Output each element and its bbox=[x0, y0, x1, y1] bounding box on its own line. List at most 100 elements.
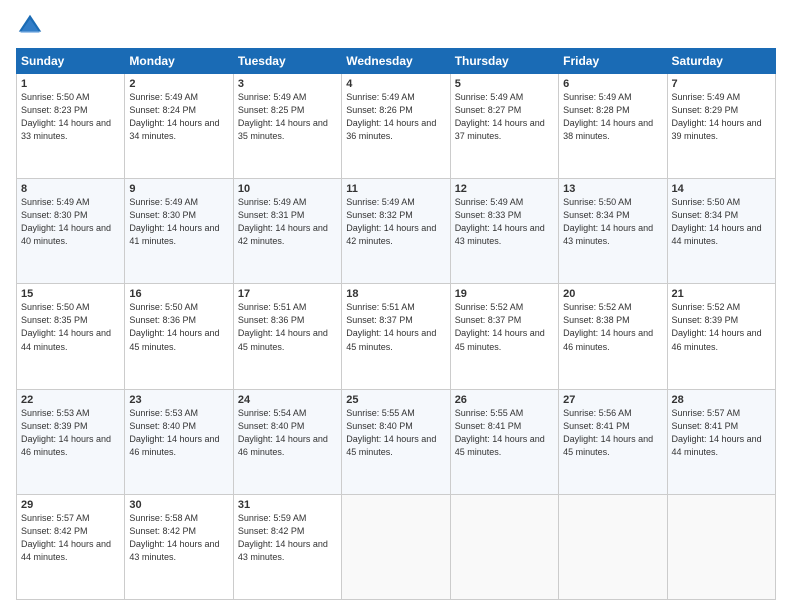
calendar-cell: 15 Sunrise: 5:50 AM Sunset: 8:35 PM Dayl… bbox=[17, 284, 125, 389]
day-info: Sunrise: 5:53 AM Sunset: 8:39 PM Dayligh… bbox=[21, 407, 120, 459]
day-info: Sunrise: 5:49 AM Sunset: 8:33 PM Dayligh… bbox=[455, 196, 554, 248]
calendar-cell: 17 Sunrise: 5:51 AM Sunset: 8:36 PM Dayl… bbox=[233, 284, 341, 389]
calendar-cell: 29 Sunrise: 5:57 AM Sunset: 8:42 PM Dayl… bbox=[17, 494, 125, 599]
day-info: Sunrise: 5:49 AM Sunset: 8:29 PM Dayligh… bbox=[672, 91, 771, 143]
day-info: Sunrise: 5:59 AM Sunset: 8:42 PM Dayligh… bbox=[238, 512, 337, 564]
day-header-wednesday: Wednesday bbox=[342, 49, 450, 74]
calendar-week-3: 15 Sunrise: 5:50 AM Sunset: 8:35 PM Dayl… bbox=[17, 284, 776, 389]
calendar-cell: 25 Sunrise: 5:55 AM Sunset: 8:40 PM Dayl… bbox=[342, 389, 450, 494]
calendar: SundayMondayTuesdayWednesdayThursdayFrid… bbox=[16, 48, 776, 600]
day-number: 7 bbox=[672, 78, 771, 90]
day-number: 25 bbox=[346, 394, 445, 406]
day-number: 6 bbox=[563, 78, 662, 90]
day-info: Sunrise: 5:50 AM Sunset: 8:35 PM Dayligh… bbox=[21, 301, 120, 353]
day-info: Sunrise: 5:49 AM Sunset: 8:30 PM Dayligh… bbox=[21, 196, 120, 248]
day-number: 14 bbox=[672, 183, 771, 195]
calendar-cell bbox=[667, 494, 775, 599]
day-info: Sunrise: 5:50 AM Sunset: 8:34 PM Dayligh… bbox=[563, 196, 662, 248]
logo bbox=[16, 12, 48, 40]
day-number: 27 bbox=[563, 394, 662, 406]
day-info: Sunrise: 5:55 AM Sunset: 8:41 PM Dayligh… bbox=[455, 407, 554, 459]
calendar-cell: 26 Sunrise: 5:55 AM Sunset: 8:41 PM Dayl… bbox=[450, 389, 558, 494]
header bbox=[16, 12, 776, 40]
calendar-week-1: 1 Sunrise: 5:50 AM Sunset: 8:23 PM Dayli… bbox=[17, 74, 776, 179]
day-number: 19 bbox=[455, 288, 554, 300]
day-header-monday: Monday bbox=[125, 49, 233, 74]
day-info: Sunrise: 5:49 AM Sunset: 8:30 PM Dayligh… bbox=[129, 196, 228, 248]
calendar-cell: 11 Sunrise: 5:49 AM Sunset: 8:32 PM Dayl… bbox=[342, 179, 450, 284]
calendar-cell: 6 Sunrise: 5:49 AM Sunset: 8:28 PM Dayli… bbox=[559, 74, 667, 179]
day-info: Sunrise: 5:57 AM Sunset: 8:41 PM Dayligh… bbox=[672, 407, 771, 459]
calendar-cell: 7 Sunrise: 5:49 AM Sunset: 8:29 PM Dayli… bbox=[667, 74, 775, 179]
day-number: 10 bbox=[238, 183, 337, 195]
day-number: 9 bbox=[129, 183, 228, 195]
day-info: Sunrise: 5:51 AM Sunset: 8:36 PM Dayligh… bbox=[238, 301, 337, 353]
calendar-cell: 4 Sunrise: 5:49 AM Sunset: 8:26 PM Dayli… bbox=[342, 74, 450, 179]
calendar-cell: 21 Sunrise: 5:52 AM Sunset: 8:39 PM Dayl… bbox=[667, 284, 775, 389]
day-number: 22 bbox=[21, 394, 120, 406]
calendar-header-row: SundayMondayTuesdayWednesdayThursdayFrid… bbox=[17, 49, 776, 74]
day-number: 30 bbox=[129, 499, 228, 511]
day-info: Sunrise: 5:54 AM Sunset: 8:40 PM Dayligh… bbox=[238, 407, 337, 459]
calendar-cell bbox=[450, 494, 558, 599]
calendar-cell: 2 Sunrise: 5:49 AM Sunset: 8:24 PM Dayli… bbox=[125, 74, 233, 179]
day-number: 12 bbox=[455, 183, 554, 195]
calendar-cell bbox=[559, 494, 667, 599]
calendar-cell: 22 Sunrise: 5:53 AM Sunset: 8:39 PM Dayl… bbox=[17, 389, 125, 494]
day-number: 31 bbox=[238, 499, 337, 511]
day-number: 8 bbox=[21, 183, 120, 195]
day-info: Sunrise: 5:49 AM Sunset: 8:26 PM Dayligh… bbox=[346, 91, 445, 143]
day-info: Sunrise: 5:52 AM Sunset: 8:37 PM Dayligh… bbox=[455, 301, 554, 353]
day-number: 13 bbox=[563, 183, 662, 195]
calendar-cell: 1 Sunrise: 5:50 AM Sunset: 8:23 PM Dayli… bbox=[17, 74, 125, 179]
day-info: Sunrise: 5:50 AM Sunset: 8:36 PM Dayligh… bbox=[129, 301, 228, 353]
day-number: 18 bbox=[346, 288, 445, 300]
day-info: Sunrise: 5:52 AM Sunset: 8:38 PM Dayligh… bbox=[563, 301, 662, 353]
day-info: Sunrise: 5:50 AM Sunset: 8:34 PM Dayligh… bbox=[672, 196, 771, 248]
day-number: 21 bbox=[672, 288, 771, 300]
day-info: Sunrise: 5:55 AM Sunset: 8:40 PM Dayligh… bbox=[346, 407, 445, 459]
day-info: Sunrise: 5:58 AM Sunset: 8:42 PM Dayligh… bbox=[129, 512, 228, 564]
day-header-sunday: Sunday bbox=[17, 49, 125, 74]
calendar-cell: 31 Sunrise: 5:59 AM Sunset: 8:42 PM Dayl… bbox=[233, 494, 341, 599]
calendar-cell: 23 Sunrise: 5:53 AM Sunset: 8:40 PM Dayl… bbox=[125, 389, 233, 494]
day-header-tuesday: Tuesday bbox=[233, 49, 341, 74]
day-info: Sunrise: 5:49 AM Sunset: 8:24 PM Dayligh… bbox=[129, 91, 228, 143]
day-info: Sunrise: 5:57 AM Sunset: 8:42 PM Dayligh… bbox=[21, 512, 120, 564]
page: SundayMondayTuesdayWednesdayThursdayFrid… bbox=[0, 0, 792, 612]
calendar-cell: 24 Sunrise: 5:54 AM Sunset: 8:40 PM Dayl… bbox=[233, 389, 341, 494]
day-info: Sunrise: 5:50 AM Sunset: 8:23 PM Dayligh… bbox=[21, 91, 120, 143]
day-number: 5 bbox=[455, 78, 554, 90]
calendar-cell: 5 Sunrise: 5:49 AM Sunset: 8:27 PM Dayli… bbox=[450, 74, 558, 179]
day-number: 11 bbox=[346, 183, 445, 195]
day-number: 20 bbox=[563, 288, 662, 300]
day-number: 28 bbox=[672, 394, 771, 406]
calendar-cell: 28 Sunrise: 5:57 AM Sunset: 8:41 PM Dayl… bbox=[667, 389, 775, 494]
day-number: 15 bbox=[21, 288, 120, 300]
day-header-friday: Friday bbox=[559, 49, 667, 74]
day-info: Sunrise: 5:49 AM Sunset: 8:28 PM Dayligh… bbox=[563, 91, 662, 143]
day-number: 26 bbox=[455, 394, 554, 406]
day-info: Sunrise: 5:49 AM Sunset: 8:32 PM Dayligh… bbox=[346, 196, 445, 248]
calendar-cell: 8 Sunrise: 5:49 AM Sunset: 8:30 PM Dayli… bbox=[17, 179, 125, 284]
day-header-saturday: Saturday bbox=[667, 49, 775, 74]
calendar-cell: 19 Sunrise: 5:52 AM Sunset: 8:37 PM Dayl… bbox=[450, 284, 558, 389]
day-info: Sunrise: 5:53 AM Sunset: 8:40 PM Dayligh… bbox=[129, 407, 228, 459]
day-number: 17 bbox=[238, 288, 337, 300]
calendar-week-4: 22 Sunrise: 5:53 AM Sunset: 8:39 PM Dayl… bbox=[17, 389, 776, 494]
day-info: Sunrise: 5:49 AM Sunset: 8:27 PM Dayligh… bbox=[455, 91, 554, 143]
calendar-cell: 27 Sunrise: 5:56 AM Sunset: 8:41 PM Dayl… bbox=[559, 389, 667, 494]
day-info: Sunrise: 5:51 AM Sunset: 8:37 PM Dayligh… bbox=[346, 301, 445, 353]
day-number: 2 bbox=[129, 78, 228, 90]
day-number: 16 bbox=[129, 288, 228, 300]
day-info: Sunrise: 5:56 AM Sunset: 8:41 PM Dayligh… bbox=[563, 407, 662, 459]
calendar-cell: 30 Sunrise: 5:58 AM Sunset: 8:42 PM Dayl… bbox=[125, 494, 233, 599]
day-number: 3 bbox=[238, 78, 337, 90]
day-number: 24 bbox=[238, 394, 337, 406]
calendar-week-2: 8 Sunrise: 5:49 AM Sunset: 8:30 PM Dayli… bbox=[17, 179, 776, 284]
calendar-cell bbox=[342, 494, 450, 599]
calendar-cell: 10 Sunrise: 5:49 AM Sunset: 8:31 PM Dayl… bbox=[233, 179, 341, 284]
logo-icon bbox=[16, 12, 44, 40]
day-number: 23 bbox=[129, 394, 228, 406]
day-info: Sunrise: 5:49 AM Sunset: 8:25 PM Dayligh… bbox=[238, 91, 337, 143]
